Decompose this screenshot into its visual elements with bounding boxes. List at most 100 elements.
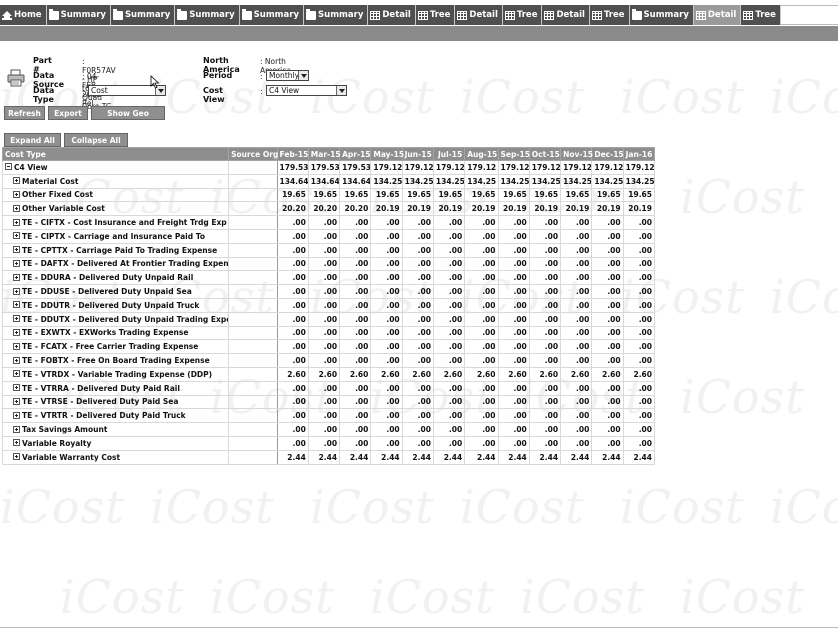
- value-cell: .00: [497, 408, 530, 424]
- source-org-cell: [228, 173, 278, 189]
- value-cell: .00: [339, 242, 372, 258]
- value-cell: 2.44: [339, 449, 372, 465]
- collapse-icon[interactable]: [5, 163, 12, 171]
- value-cell: 179.12: [432, 160, 466, 175]
- tab-home[interactable]: Home: [0, 5, 47, 25]
- folder-icon: [48, 8, 59, 20]
- value-cell: .00: [401, 311, 434, 327]
- value-cell: .00: [497, 435, 530, 451]
- value-cell: 2.60: [622, 366, 656, 382]
- value-cell: 2.60: [370, 366, 403, 382]
- value-cell: .00: [401, 353, 434, 368]
- value-cell: .00: [591, 339, 624, 355]
- expand-icon[interactable]: [13, 204, 20, 212]
- expand-icon[interactable]: [13, 370, 20, 378]
- chevron-down-icon[interactable]: [336, 86, 346, 95]
- value-cell: .00: [370, 242, 403, 258]
- value-cell: .00: [464, 242, 499, 258]
- watermark-text: iCost: [680, 370, 805, 424]
- tab-summary[interactable]: Summary: [239, 5, 305, 25]
- expand-icon[interactable]: [13, 315, 20, 323]
- value-cell: .00: [276, 380, 309, 396]
- expand-icon[interactable]: [13, 439, 20, 447]
- value-cell: 2.44: [370, 449, 403, 465]
- value-cell: .00: [307, 228, 341, 244]
- value-cell: .00: [622, 435, 656, 451]
- expand-icon[interactable]: [13, 218, 20, 226]
- tab-tree[interactable]: Tree: [741, 5, 781, 25]
- refresh-button[interactable]: Refresh: [4, 106, 45, 120]
- period-select[interactable]: Monthly: [266, 70, 309, 81]
- mouse-cursor-icon: [150, 75, 160, 89]
- tab-detail[interactable]: Detail: [455, 5, 503, 25]
- printer-icon[interactable]: [7, 69, 25, 87]
- value-cell: .00: [560, 422, 593, 437]
- tab-detail[interactable]: Detail: [542, 5, 590, 25]
- value-cell: 2.44: [560, 449, 593, 465]
- tab-detail[interactable]: Detail: [368, 5, 416, 25]
- tab-tree[interactable]: Tree: [502, 5, 543, 25]
- value-cell: .00: [307, 284, 341, 299]
- tab-tree[interactable]: Tree: [415, 5, 456, 25]
- watermark-text: iCost: [0, 480, 125, 534]
- expand-icon[interactable]: [13, 190, 20, 198]
- value-cell: .00: [528, 256, 562, 272]
- value-cell: 19.65: [276, 187, 309, 203]
- export-button[interactable]: Export: [48, 106, 88, 120]
- source-org-cell: [228, 408, 278, 424]
- expand-icon[interactable]: [13, 356, 20, 364]
- tab-tree[interactable]: Tree: [589, 5, 630, 25]
- expand-icon[interactable]: [13, 384, 20, 392]
- tab-label: Tree: [516, 10, 538, 20]
- cost-type-cell: Other Variable Cost: [1, 201, 230, 217]
- value-cell: 20.19: [560, 201, 593, 217]
- expand-icon[interactable]: [13, 232, 20, 240]
- tab-summary[interactable]: Summary: [175, 5, 240, 25]
- expand-icon[interactable]: [13, 328, 20, 336]
- value-cell: .00: [464, 380, 499, 396]
- expand-icon[interactable]: [13, 342, 20, 350]
- expand-icon[interactable]: [13, 287, 20, 295]
- value-cell: .00: [339, 297, 372, 313]
- cost-type-cell: TE - DAFTX - Delivered At Frontier Tradi…: [1, 256, 230, 272]
- show-geo-source-button[interactable]: Show Geo Source: [91, 106, 165, 132]
- expand-icon[interactable]: [13, 411, 20, 419]
- expand-all-button[interactable]: Expand All: [4, 133, 61, 147]
- value-cell: .00: [560, 242, 593, 258]
- value-cell: 19.65: [401, 187, 434, 203]
- expand-icon[interactable]: [13, 301, 20, 309]
- value-cell: .00: [339, 422, 372, 437]
- chevron-down-icon[interactable]: [298, 71, 308, 80]
- expand-icon[interactable]: [13, 425, 20, 433]
- tab-summary[interactable]: Summary: [110, 5, 176, 25]
- expand-icon[interactable]: [13, 259, 20, 267]
- watermark-text: iCost: [770, 70, 838, 124]
- tab-detail[interactable]: Detail: [693, 5, 742, 25]
- folder-icon: [306, 8, 317, 20]
- cost-type-cell: Variable Royalty: [1, 435, 230, 451]
- value-cell: .00: [276, 435, 309, 451]
- value-cell: 134.25: [591, 173, 624, 189]
- column-header: Sep-15: [497, 147, 530, 161]
- value-cell: 134.64: [307, 173, 341, 189]
- expand-icon[interactable]: [13, 273, 20, 281]
- column-header: Jul-15: [432, 147, 466, 161]
- value-cell: .00: [591, 422, 624, 437]
- collapse-all-button[interactable]: Collapse All: [64, 133, 128, 147]
- expand-icon[interactable]: [13, 453, 20, 461]
- cost-type-label: TE - CIFTX - Cost Insurance and Freight …: [22, 218, 227, 228]
- tab-summary[interactable]: Summary: [46, 5, 111, 25]
- expand-icon[interactable]: [13, 397, 20, 405]
- value-cell: .00: [432, 297, 466, 313]
- value-cell: 2.44: [307, 449, 341, 465]
- cost-view-select[interactable]: C4 View: [266, 85, 347, 96]
- tab-summary[interactable]: Summary: [304, 5, 369, 25]
- value-cell: 19.65: [497, 187, 530, 203]
- tab-summary[interactable]: Summary: [629, 5, 694, 25]
- expand-icon[interactable]: [13, 177, 20, 185]
- period-colon: :: [260, 72, 263, 81]
- cost-type-cell: TE - DDUSE - Delivered Duty Unpaid Sea: [1, 284, 230, 299]
- value-cell: .00: [464, 325, 499, 341]
- expand-icon[interactable]: [13, 246, 20, 254]
- cost-type-cell: TE - EXWTX - EXWorks Trading Expense: [1, 325, 230, 341]
